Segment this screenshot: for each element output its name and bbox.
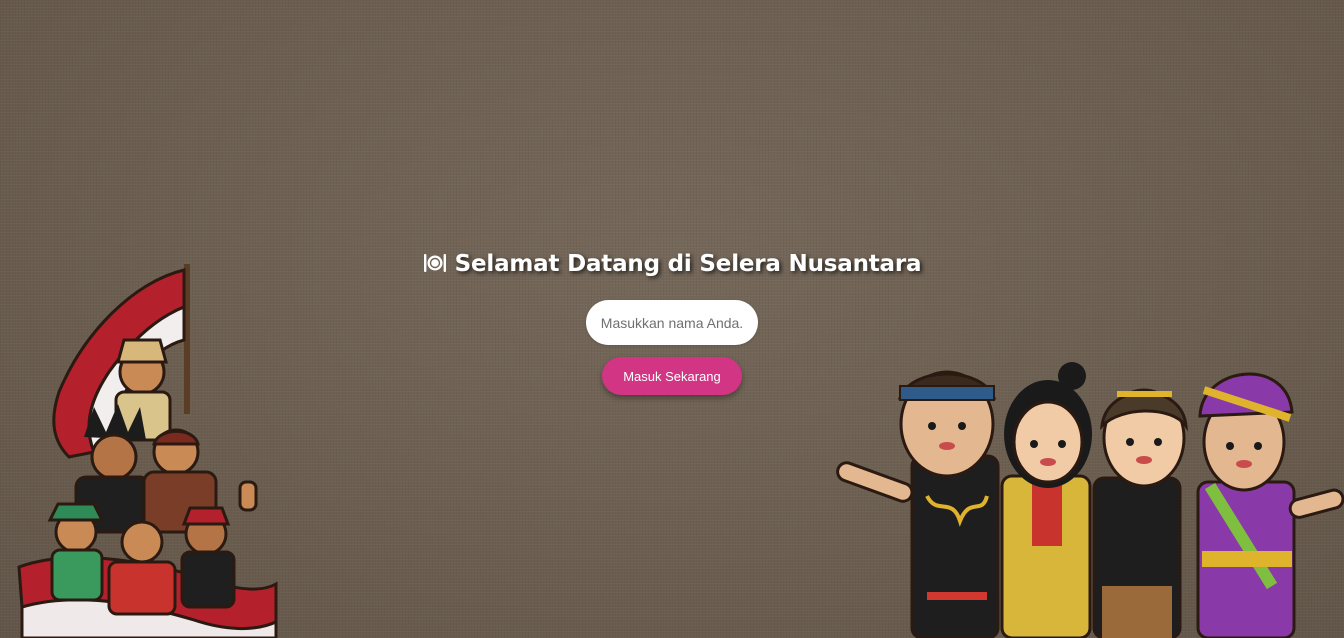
enter-now-button[interactable]: Masuk Sekarang xyxy=(602,357,742,395)
plate-utensils-icon xyxy=(423,247,447,287)
name-input[interactable] xyxy=(586,300,758,345)
welcome-title: Selamat Datang di Selera Nusantara xyxy=(0,244,1344,287)
welcome-panel: Selamat Datang di Selera Nusantara Masuk… xyxy=(0,244,1344,395)
welcome-title-text: Selamat Datang di Selera Nusantara xyxy=(454,251,922,277)
